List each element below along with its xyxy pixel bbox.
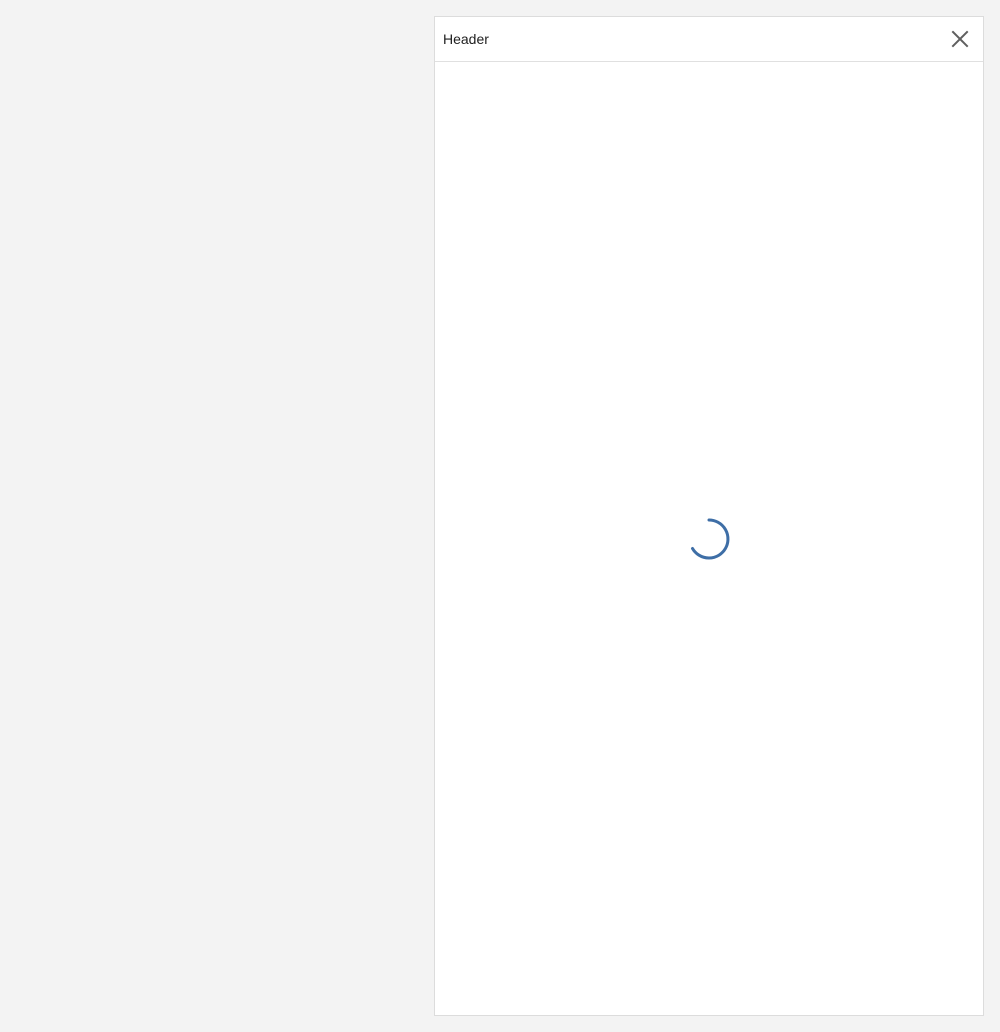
panel-body [435,62,983,1015]
close-icon [951,30,969,48]
close-button[interactable] [947,26,973,52]
panel-header: Header [435,17,983,62]
spinner-icon [691,518,730,560]
side-panel: Header [434,16,984,1016]
panel-title: Header [443,31,489,47]
